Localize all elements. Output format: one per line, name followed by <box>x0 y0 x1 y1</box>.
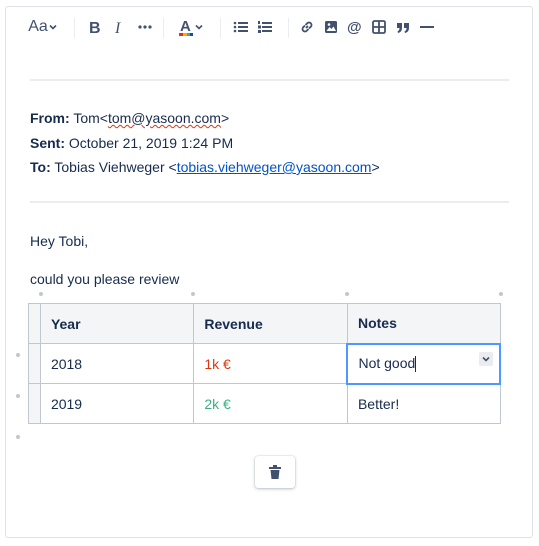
editor-toolbar: Aa B I A @ <box>6 7 532 49</box>
quote-icon <box>397 23 409 33</box>
toolbar-separator <box>220 18 221 38</box>
bullet-list-icon <box>233 21 248 33</box>
svg-text:B: B <box>89 20 101 35</box>
to-label: To: <box>30 159 51 175</box>
from-label: From: <box>30 110 70 126</box>
table-button[interactable] <box>368 16 390 38</box>
divider <box>30 201 509 203</box>
link-icon <box>301 21 313 33</box>
column-insert-dot[interactable] <box>345 292 349 296</box>
cell-revenue[interactable]: 2k € <box>193 383 348 424</box>
row-insert-dot[interactable] <box>16 435 20 439</box>
table-icon <box>372 20 386 34</box>
data-table: Year Revenue Notes 2018 1k € Not good 20… <box>28 303 501 424</box>
text-style-dropdown[interactable]: Aa <box>26 16 60 38</box>
chevron-down-icon <box>49 24 57 30</box>
mention-icon: @ <box>347 19 362 35</box>
italic-button[interactable]: I <box>108 16 130 38</box>
row-control[interactable] <box>28 343 41 384</box>
cell-year[interactable]: 2018 <box>39 343 195 384</box>
cell-notes-text: Not good <box>358 354 416 371</box>
toolbar-separator <box>288 18 289 38</box>
numbered-list-icon <box>258 21 272 33</box>
table-row: 2018 1k € Not good <box>28 342 501 385</box>
sent-label: Sent: <box>30 135 65 151</box>
more-formatting-button[interactable] <box>134 16 156 38</box>
numbered-list-button[interactable] <box>254 16 276 38</box>
toolbar-separator <box>74 18 75 38</box>
toolbar-separator <box>163 18 164 38</box>
cell-options-button[interactable] <box>479 351 493 366</box>
text-color-icon: A <box>179 18 193 36</box>
svg-text:I: I <box>114 20 121 35</box>
from-close: > <box>220 110 230 126</box>
sent-value: October 21, 2019 1:24 PM <box>68 135 234 151</box>
cell-year[interactable]: 2019 <box>39 383 195 424</box>
svg-text:@: @ <box>347 19 362 35</box>
data-table-container: Year Revenue Notes 2018 1k € Not good 20… <box>28 303 501 437</box>
to-email-link[interactable]: tobias.viehweger@yasoon.com <box>177 159 372 175</box>
delete-table-button[interactable] <box>255 456 295 488</box>
greeting-text: Hey Tobi, <box>30 233 89 249</box>
chevron-down-icon <box>195 24 203 30</box>
text-color-button[interactable]: A <box>174 16 208 38</box>
mention-button[interactable]: @ <box>344 16 366 38</box>
table-row: 2019 2k € Better! <box>28 383 501 424</box>
svg-text:A: A <box>180 18 191 35</box>
horizontal-rule-icon <box>420 26 434 28</box>
row-control[interactable] <box>28 383 41 424</box>
divider-button[interactable] <box>416 16 438 38</box>
header-revenue[interactable]: Revenue <box>193 303 348 344</box>
row-insert-dot[interactable] <box>16 353 20 357</box>
divider <box>30 79 509 81</box>
image-button[interactable] <box>320 16 342 38</box>
from-line: From: Tom<tom@yasoon.com> <box>30 110 229 126</box>
to-close: > <box>371 159 380 175</box>
quote-button[interactable] <box>392 16 414 38</box>
bold-button[interactable]: B <box>84 16 106 38</box>
bold-icon: B <box>89 20 101 35</box>
header-year[interactable]: Year <box>39 303 195 344</box>
text-style-label: Aa <box>28 18 48 35</box>
ellipsis-icon <box>138 25 152 29</box>
row-insert-dot[interactable] <box>16 394 20 398</box>
trash-icon <box>269 465 281 479</box>
to-name: Tobias Viehweger < <box>54 159 177 175</box>
row-control[interactable] <box>28 303 41 344</box>
text-cursor <box>415 356 417 373</box>
column-insert-dot[interactable] <box>499 292 503 296</box>
chevron-down-icon <box>482 356 490 362</box>
table-header-row: Year Revenue Notes <box>28 303 501 344</box>
cell-notes-active[interactable]: Not good <box>346 342 501 385</box>
body-text: could you please review <box>30 271 180 287</box>
image-icon <box>325 21 337 33</box>
link-button[interactable] <box>296 16 318 38</box>
cell-notes[interactable]: Better! <box>346 383 501 424</box>
from-email: tom@yasoon.com <box>107 110 221 126</box>
italic-icon: I <box>114 20 121 35</box>
from-name: Tom< <box>73 110 108 126</box>
email-editor[interactable]: Aa B I A @ From: Tom<tom@yasoon.com> Sen… <box>5 6 533 538</box>
column-insert-dot[interactable] <box>39 292 43 296</box>
cell-revenue[interactable]: 1k € <box>193 343 348 384</box>
to-line: To: Tobias Viehweger <tobias.viehweger@y… <box>30 159 380 175</box>
column-insert-dot[interactable] <box>191 292 195 296</box>
bullet-list-button[interactable] <box>230 16 252 38</box>
sent-line: Sent: October 21, 2019 1:24 PM <box>30 135 233 151</box>
header-notes[interactable]: Notes <box>346 303 501 344</box>
